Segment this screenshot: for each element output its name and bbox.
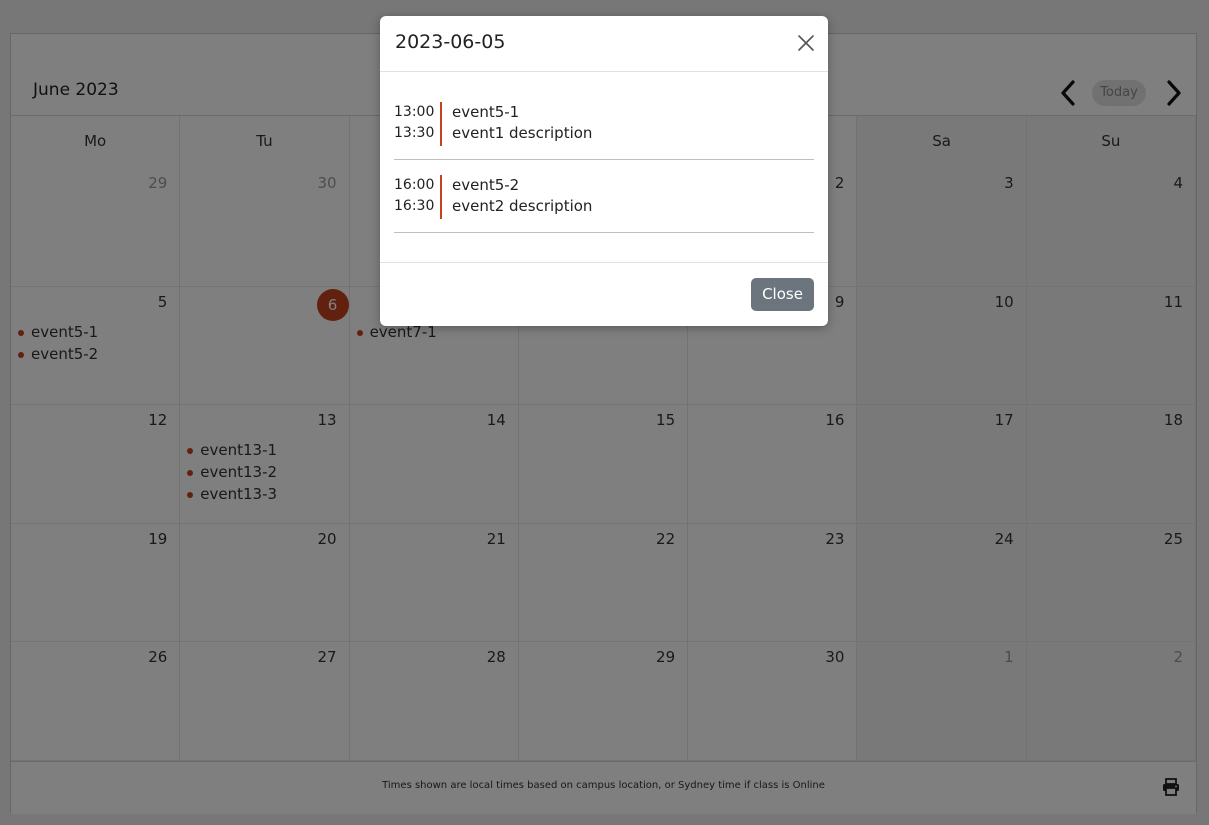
event-accent-bar <box>440 175 442 219</box>
close-button[interactable]: Close <box>751 278 814 311</box>
event-end-time: 13:30 <box>394 125 435 141</box>
event-time-range: 13:00 13:30 <box>394 102 434 144</box>
event-description: event2 description <box>452 197 593 215</box>
event-end-time: 16:30 <box>394 198 435 214</box>
event-name: event5-2 <box>452 176 520 194</box>
close-icon[interactable] <box>796 33 816 53</box>
event-info: event5-2 event2 description <box>452 175 592 217</box>
event-start-time: 13:00 <box>394 104 435 120</box>
event-time-range: 16:00 16:30 <box>394 175 434 217</box>
modal-header: 2023-06-05 <box>380 16 828 72</box>
event-description: event1 description <box>452 124 593 142</box>
event-info: event5-1 event1 description <box>452 102 592 144</box>
event-name: event5-1 <box>452 103 520 121</box>
event-accent-bar <box>440 102 442 146</box>
modal-title: 2023-06-05 <box>395 31 506 53</box>
event-details-modal: 2023-06-05 13:00 13:30 event5-1 event1 d… <box>380 16 828 326</box>
event-start-time: 16:00 <box>394 177 435 193</box>
modal-event-item[interactable]: 13:00 13:30 event5-1 event1 description <box>394 88 814 160</box>
modal-body: 13:00 13:30 event5-1 event1 description … <box>394 88 814 234</box>
modal-footer: Close <box>380 262 828 326</box>
modal-event-item[interactable]: 16:00 16:30 event5-2 event2 description <box>394 161 814 233</box>
